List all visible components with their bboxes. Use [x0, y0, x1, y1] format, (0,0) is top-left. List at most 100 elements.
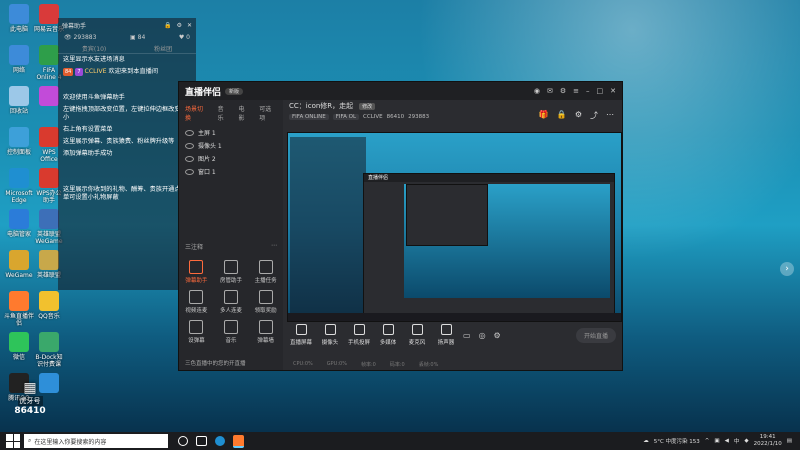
- lock-icon[interactable]: 🔒: [164, 22, 171, 29]
- tab-options[interactable]: 可选项: [259, 104, 277, 122]
- app-tray-icon[interactable]: ◆: [744, 438, 748, 444]
- notification-icon[interactable]: ▤: [787, 438, 792, 444]
- tool-button[interactable]: 房管助手: [214, 260, 249, 284]
- gift-count: ♥ 0: [178, 34, 190, 41]
- tool-button[interactable]: 视频连麦: [179, 290, 214, 314]
- desktop-icon[interactable]: 电脑管家: [4, 209, 34, 238]
- bottom-note: 三色直播中的您的开直播: [185, 361, 246, 367]
- tool-button[interactable]: 主播任务: [248, 260, 283, 284]
- taskbar-search-input[interactable]: ⌕ 在这里输入你要搜索的内容: [24, 434, 168, 448]
- tool-button[interactable]: 弹幕助手: [179, 260, 214, 284]
- version-badge[interactable]: 新版: [225, 87, 244, 95]
- desktop-icon[interactable]: WeGame: [4, 250, 34, 279]
- control-button[interactable]: 扬声器: [434, 324, 458, 346]
- arrow-right-icon[interactable]: ›: [780, 262, 794, 276]
- user-name: CCLIVE: [84, 68, 107, 75]
- desktop-icon[interactable]: Microsoft Edge: [4, 168, 34, 204]
- status-item: 丢帧:0%: [418, 361, 439, 368]
- tab-scenes[interactable]: 场景切换: [185, 104, 209, 122]
- tool-icon: [258, 260, 273, 274]
- control-label: 扬声器: [437, 340, 455, 346]
- eye-icon[interactable]: [185, 142, 194, 149]
- tab-fans[interactable]: 粉丝团: [154, 44, 172, 53]
- ime-indicator[interactable]: 中: [734, 437, 740, 445]
- desktop-icon[interactable]: 回收站: [4, 86, 34, 115]
- settings-icon[interactable]: ⚙: [575, 110, 582, 121]
- desktop-icon[interactable]: 控制面板: [4, 127, 34, 156]
- tool-icon: [223, 320, 238, 334]
- share-icon[interactable]: ⤴: [590, 110, 598, 121]
- desktop-icon[interactable]: 网络: [4, 45, 34, 74]
- settings-icon[interactable]: ⚙: [560, 87, 566, 95]
- camera-icon[interactable]: ▭: [463, 331, 471, 340]
- eye-icon[interactable]: [185, 129, 194, 136]
- gift-icon[interactable]: 🎁: [539, 110, 549, 121]
- clock[interactable]: 19:41 2022/1/10: [754, 434, 782, 448]
- control-button[interactable]: 多媒体: [376, 324, 400, 346]
- cortana-icon[interactable]: [178, 436, 188, 446]
- close-icon[interactable]: ✕: [610, 87, 616, 95]
- tab-vip[interactable]: 贵宾(10): [82, 44, 106, 53]
- tab-movie[interactable]: 电影: [238, 104, 250, 122]
- room-tag: CCLIVE: [363, 114, 383, 120]
- eye-icon[interactable]: [185, 155, 194, 162]
- tool-label: 领取奖励: [254, 308, 277, 314]
- menu-icon[interactable]: ≡: [573, 87, 579, 95]
- record-icon[interactable]: ◎: [479, 331, 486, 340]
- eye-icon[interactable]: [185, 168, 194, 175]
- tip-line: 左键拖拽顶部改变位置，左键拉伸边框改变大小: [63, 106, 187, 121]
- lock-icon[interactable]: 🔒: [557, 110, 567, 121]
- edge-icon[interactable]: [215, 436, 225, 446]
- control-button[interactable]: 摄像头: [318, 324, 342, 346]
- settings-icon[interactable]: ⚙: [177, 22, 182, 29]
- weather-icon[interactable]: ☁: [643, 438, 649, 444]
- tab-music[interactable]: 音乐: [218, 104, 230, 122]
- start-live-button[interactable]: 开始直播: [575, 327, 616, 343]
- danmu-tabs: 贵宾(10) 粉丝团: [58, 43, 196, 54]
- more-icon[interactable]: ⋯: [606, 110, 614, 121]
- desktop-icon[interactable]: 微信: [4, 332, 34, 361]
- tip-line: 这里展示弹幕、贵族猿费、粉丝牌升级等: [63, 138, 175, 145]
- mail-icon[interactable]: ✉: [547, 87, 553, 95]
- tool-button[interactable]: 音乐: [214, 320, 249, 344]
- scene-item[interactable]: 窗口 1: [179, 165, 283, 178]
- live-companion-app[interactable]: 直播伴侣 新版 ◉ ✉ ⚙ ≡ – □ ✕ 场景切换 音乐 电影 可选项 主屏 …: [178, 81, 623, 371]
- app-title-bar[interactable]: 直播伴侣 新版 ◉ ✉ ⚙ ≡ – □ ✕: [179, 82, 622, 100]
- network-icon[interactable]: ▣: [714, 438, 719, 444]
- weather-text[interactable]: 5°C 中度污染 153: [654, 437, 700, 445]
- avatar[interactable]: ◉: [534, 87, 540, 95]
- windows-start-icon[interactable]: [6, 434, 20, 448]
- tool-button[interactable]: 弹幕墙: [248, 320, 283, 344]
- app-icon: [9, 168, 29, 188]
- desktop-icon[interactable]: 此电脑: [4, 4, 34, 33]
- tool-button[interactable]: 领取奖励: [248, 290, 283, 314]
- task-view-icon[interactable]: [196, 436, 207, 446]
- control-button[interactable]: 麦克风: [405, 324, 429, 346]
- scene-item[interactable]: 图片 2: [179, 152, 283, 165]
- chevron-up-icon[interactable]: ^: [705, 438, 710, 444]
- minimize-icon[interactable]: –: [586, 87, 590, 95]
- edit-room-button[interactable]: 修改: [359, 102, 376, 110]
- more-icon[interactable]: ⋯: [271, 242, 277, 251]
- tool-button[interactable]: 多人连麦: [214, 290, 249, 314]
- desktop-icon[interactable]: QQ音乐: [34, 291, 64, 320]
- clock-time: 19:41: [759, 434, 776, 440]
- control-icon: [295, 324, 307, 335]
- desktop-icon[interactable]: 斗鱼直播伴侣: [4, 291, 34, 327]
- scene-item[interactable]: 主屏 1: [179, 126, 283, 139]
- tool-button[interactable]: 设弹幕: [179, 320, 214, 344]
- scene-item[interactable]: 摄像头 1: [179, 139, 283, 152]
- speaker-icon[interactable]: ◀: [725, 438, 729, 444]
- maximize-icon[interactable]: □: [597, 87, 604, 95]
- collapse-row[interactable]: 三注释 ⋯: [185, 242, 277, 251]
- tool-icon: [189, 260, 204, 274]
- control-button[interactable]: 手机投屏: [347, 324, 371, 346]
- live-companion-taskbar-icon[interactable]: [233, 434, 244, 448]
- stream-preview[interactable]: 直播伴侣: [287, 132, 622, 322]
- settings-icon[interactable]: ⚙: [494, 331, 501, 340]
- danmu-assistant-window[interactable]: 弹幕助手 🔒 ⚙ ✕ 👁 293883 ▣ 84 ♥ 0 贵宾(10) 粉丝团 …: [58, 18, 196, 290]
- close-icon[interactable]: ✕: [187, 22, 192, 29]
- danmu-title-bar[interactable]: 弹幕助手 🔒 ⚙ ✕: [58, 18, 196, 32]
- control-button[interactable]: 直播屏幕: [289, 324, 313, 346]
- desktop-icon[interactable]: B-Dock知识付费课: [34, 332, 64, 368]
